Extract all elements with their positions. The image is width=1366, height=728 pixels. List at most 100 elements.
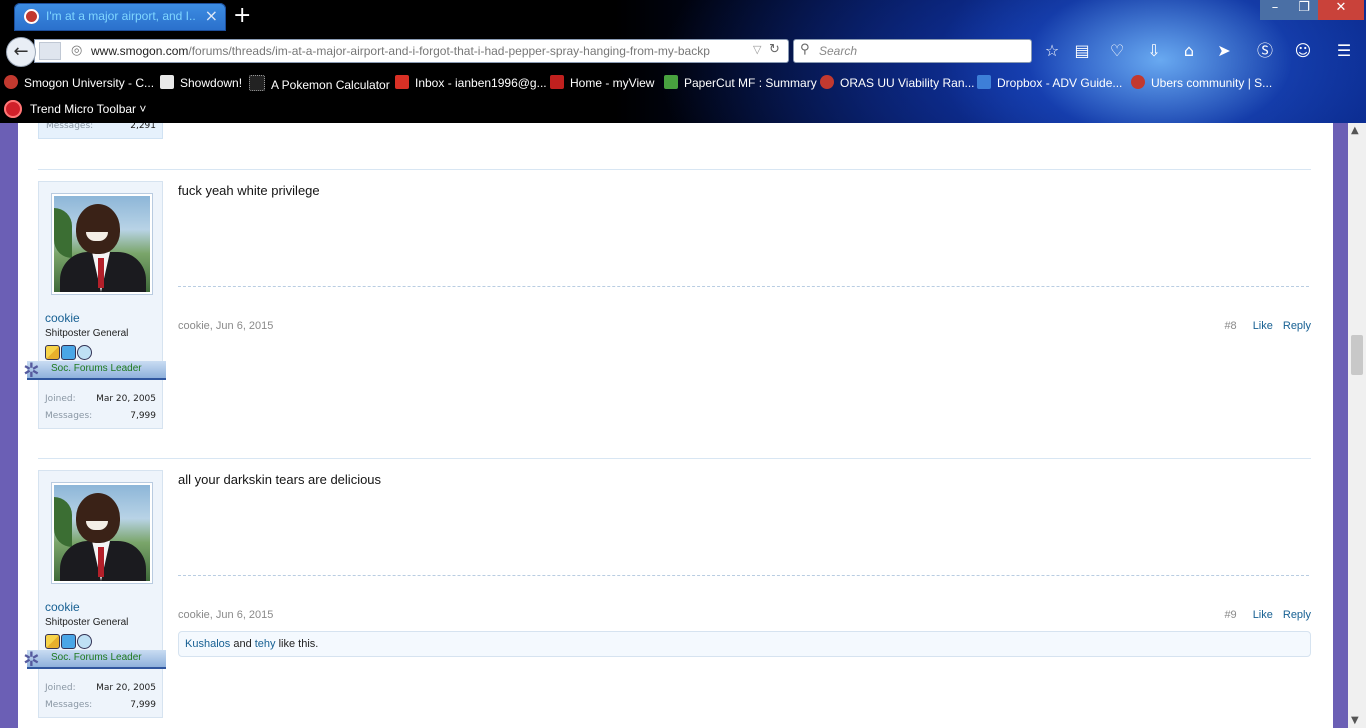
bookmark-papercut[interactable]: PaperCut MF : Summary [664,75,817,93]
papercut-icon [664,75,678,89]
username-link[interactable]: cookie [45,600,80,614]
previous-post-userbox-fragment: Messages: 2,291 [38,123,163,139]
tab-title: I'm at a major airport, and I... [46,9,196,23]
s-extension-icon[interactable]: Ⓢ [1255,41,1275,61]
bookmark-ubers[interactable]: Ubers community | S... [1131,75,1272,93]
joined-label: Joined: [45,683,76,693]
smogon-icon [1131,75,1145,89]
home-icon[interactable]: ⌂ [1179,41,1199,61]
bookmarks-toolbar: Smogon University - C... Showdown! A Pok… [0,71,1366,95]
menu-hamburger-icon[interactable]: ☰ [1334,41,1354,61]
scrollbar-thumb[interactable] [1351,335,1363,375]
scroll-down-icon[interactable]: ▼ [1351,715,1359,726]
avatar-photo [54,196,150,292]
calculator-icon [249,75,265,91]
trend-micro-menu[interactable]: Trend Micro Toolbar ˅ [30,102,146,116]
smiley-icon[interactable]: ☺ [1293,41,1313,61]
bookmarks-menu-icon[interactable]: ▤ [1072,41,1092,61]
bookmark-myview[interactable]: Home - myView [550,75,654,93]
bookmark-dropbox[interactable]: Dropbox - ADV Guide... [977,75,1122,93]
scroll-up-icon[interactable]: ▲ [1351,125,1359,136]
tab-strip: I'm at a major airport, and I... × + – ❐… [0,0,1366,34]
myview-icon [550,75,564,89]
bookmark-calculator[interactable]: A Pokemon Calculator [249,75,390,93]
back-button[interactable]: ← [6,37,36,67]
smogon-icon [4,75,18,89]
page-scrollbar[interactable]: ▲ ▼ [1348,123,1366,728]
user-banner: ✲ Soc. Forums Leader [23,647,166,671]
bookmark-smogon[interactable]: Smogon University - C... [4,75,154,93]
likes-summary: Kushalos and tehy like this. [178,631,1311,657]
reply-link[interactable]: Reply [1283,609,1311,621]
user-banner: ✲ Soc. Forums Leader [23,358,166,382]
bookmark-inbox[interactable]: Inbox - ianben1996@g... [395,75,547,93]
badge-drop-icon [61,634,76,649]
user-info-box: cookie Shitposter General ✲ Soc. Forums … [23,181,166,429]
post-actions: #9 Like Reply [1224,609,1311,621]
reply-link[interactable]: Reply [1283,320,1311,332]
badge-icon [45,634,60,649]
user-badges [45,631,93,650]
window-minimize-button[interactable]: – [1260,0,1290,20]
badge-circle-icon [77,634,92,649]
post-number-link[interactable]: #9 [1224,609,1236,621]
identity-box[interactable] [39,42,61,60]
browser-chrome: I'm at a major airport, and I... × + – ❐… [0,0,1366,123]
new-tab-icon[interactable]: + [233,3,251,28]
post-message: fuck yeah white privilege [178,183,320,198]
avatar-photo [54,485,150,581]
url-text[interactable]: www.smogon.com/forums/threads/im-at-a-ma… [91,44,746,58]
avatar[interactable] [51,193,153,295]
search-icon: ⚲ [800,42,810,57]
badge-drop-icon [61,345,76,360]
joined-value: Mar 20, 2005 [96,683,156,693]
post-number-link[interactable]: #8 [1224,320,1236,332]
signature-divider [178,575,1309,576]
pocket-icon[interactable]: ♡ [1107,41,1127,61]
url-dropdown-icon[interactable]: ▽ [753,43,761,56]
avatar[interactable] [51,482,153,584]
reload-icon[interactable]: ↻ [769,42,780,57]
messages-value: 7,999 [130,700,156,710]
like-link[interactable]: Like [1253,320,1273,332]
username-link[interactable]: cookie [45,311,80,325]
user-badges [45,342,93,361]
liker-link[interactable]: tehy [255,638,276,650]
messages-value: 7,999 [130,411,156,421]
window-maximize-button[interactable]: ❐ [1290,0,1318,20]
smogon-favicon-icon [24,9,39,24]
window-close-button[interactable]: ✕ [1318,0,1364,20]
like-link[interactable]: Like [1253,609,1273,621]
user-title: Shitposter General [45,328,129,339]
user-title: Shitposter General [45,617,129,628]
post-actions: #8 Like Reply [1224,320,1311,332]
search-box[interactable]: ⚲ Search [793,39,1032,63]
forum-post: cookie Shitposter General ✲ Soc. Forums … [23,458,1311,728]
bookmark-oras-uu[interactable]: ORAS UU Viability Ran... [820,75,975,93]
badge-icon [45,345,60,360]
messages-label: Messages: [45,411,93,421]
tab-active[interactable]: I'm at a major airport, and I... × [14,3,226,31]
smogon-icon [820,75,834,89]
gear-icon: ✲ [23,647,40,671]
search-placeholder: Search [819,44,858,58]
bookmark-star-icon[interactable]: ☆ [1042,41,1062,61]
badge-circle-icon [77,345,92,360]
post-message: all your darkskin tears are delicious [178,472,382,487]
showdown-icon [160,75,174,89]
liker-link[interactable]: Kushalos [185,638,230,650]
forum-post: cookie Shitposter General ✲ Soc. Forums … [23,169,1311,458]
download-icon[interactable]: ⇩ [1144,41,1164,61]
messages-label: Messages: [45,700,93,710]
post-meta[interactable]: cookie, Jun 6, 2015 [178,320,273,332]
send-icon[interactable]: ➤ [1214,41,1234,61]
post-meta[interactable]: cookie, Jun 6, 2015 [178,609,273,621]
bookmark-showdown[interactable]: Showdown! [160,75,242,93]
tab-close-icon[interactable]: × [205,6,218,25]
gmail-icon [395,75,409,89]
url-bar[interactable]: ◎ www.smogon.com/forums/threads/im-at-a-… [34,39,789,63]
user-info-box: cookie Shitposter General ✲ Soc. Forums … [23,470,166,718]
messages-label: Messages: [46,123,94,131]
site-globe-icon[interactable]: ◎ [71,43,82,58]
joined-label: Joined: [45,394,76,404]
